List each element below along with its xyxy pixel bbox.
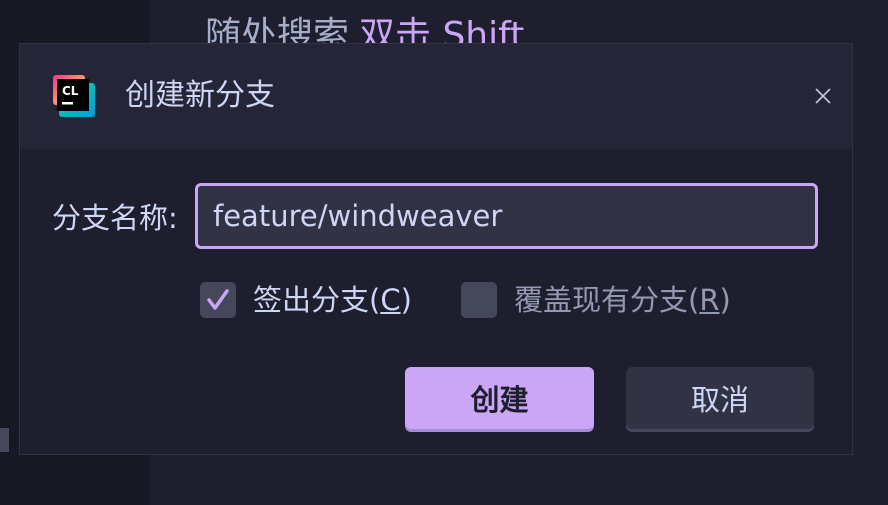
create-branch-dialog: CL 创建新分支 分支名称: 签出分支(C) 覆盖现有分支(R) 创建 取消 (20, 44, 852, 454)
background-scrollbar[interactable] (0, 428, 9, 452)
checkout-branch-label: 签出分支(C) (253, 283, 412, 317)
app-icon-text: CL (62, 84, 79, 98)
overwrite-branch-checkbox[interactable] (461, 282, 497, 318)
checkout-branch-checkbox[interactable] (200, 282, 236, 318)
cancel-button[interactable]: 取消 (626, 367, 814, 429)
checkout-branch-option[interactable]: 签出分支(C) (200, 280, 412, 320)
overwrite-branch-label: 覆盖现有分支(R) (514, 283, 731, 317)
dialog-title: 创建新分支 (125, 78, 275, 113)
checkmark-icon (207, 289, 229, 310)
close-icon[interactable] (811, 84, 835, 108)
clion-app-icon: CL (53, 75, 95, 117)
ide-window: 随处搜索 双击 Shift CL 创建新分支 分支名称: feature/win… (0, 0, 888, 505)
overwrite-branch-option[interactable]: 覆盖现有分支(R) (461, 280, 731, 320)
dialog-header: CL 创建新分支 (20, 44, 852, 149)
branch-name-label: 分支名称: (52, 201, 178, 235)
create-button[interactable]: 创建 (405, 367, 594, 429)
branch-name-input[interactable] (195, 183, 818, 249)
